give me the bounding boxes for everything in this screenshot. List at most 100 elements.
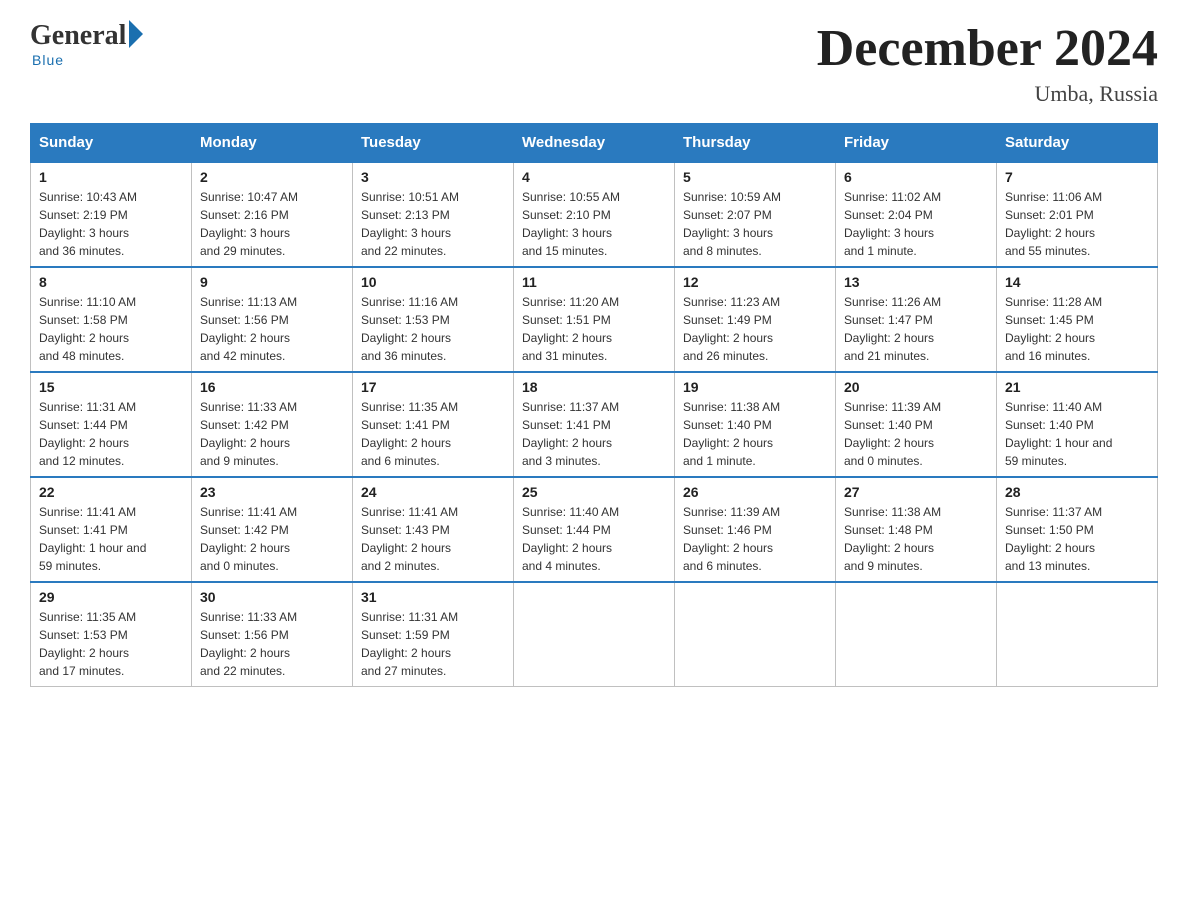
day-info: Sunrise: 11:40 AM Sunset: 1:40 PM Daylig…: [1005, 398, 1149, 470]
calendar-cell: 28 Sunrise: 11:37 AM Sunset: 1:50 PM Dayl…: [997, 477, 1158, 582]
page-header: General Blue December 2024 Umba, Russia: [30, 20, 1158, 107]
day-info: Sunrise: 11:37 AM Sunset: 1:41 PM Daylig…: [522, 398, 666, 470]
day-number: 7: [1005, 169, 1149, 185]
day-info: Sunrise: 11:10 AM Sunset: 1:58 PM Daylig…: [39, 293, 183, 365]
calendar-cell: 11 Sunrise: 11:20 AM Sunset: 1:51 PM Dayl…: [514, 267, 675, 372]
day-number: 10: [361, 274, 505, 290]
day-number: 19: [683, 379, 827, 395]
day-info: Sunrise: 10:47 AM Sunset: 2:16 PM Daylig…: [200, 188, 344, 260]
calendar-cell: 30 Sunrise: 11:33 AM Sunset: 1:56 PM Dayl…: [192, 582, 353, 687]
day-info: Sunrise: 11:41 AM Sunset: 1:41 PM Daylig…: [39, 503, 183, 575]
day-info: Sunrise: 11:20 AM Sunset: 1:51 PM Daylig…: [522, 293, 666, 365]
weekday-header: Tuesday: [353, 124, 514, 163]
day-info: Sunrise: 11:02 AM Sunset: 2:04 PM Daylig…: [844, 188, 988, 260]
day-number: 29: [39, 589, 183, 605]
day-number: 28: [1005, 484, 1149, 500]
day-info: Sunrise: 11:13 AM Sunset: 1:56 PM Daylig…: [200, 293, 344, 365]
day-info: Sunrise: 11:31 AM Sunset: 1:44 PM Daylig…: [39, 398, 183, 470]
day-number: 30: [200, 589, 344, 605]
day-number: 3: [361, 169, 505, 185]
weekday-header: Saturday: [997, 124, 1158, 163]
calendar-cell: 20 Sunrise: 11:39 AM Sunset: 1:40 PM Dayl…: [836, 372, 997, 477]
calendar-cell: 7 Sunrise: 11:06 AM Sunset: 2:01 PM Dayli…: [997, 162, 1158, 267]
calendar-cell: 4 Sunrise: 10:55 AM Sunset: 2:10 PM Dayli…: [514, 162, 675, 267]
title-block: December 2024 Umba, Russia: [817, 20, 1158, 107]
day-info: Sunrise: 11:16 AM Sunset: 1:53 PM Daylig…: [361, 293, 505, 365]
day-number: 18: [522, 379, 666, 395]
weekday-header: Sunday: [31, 124, 192, 163]
calendar-cell: 31 Sunrise: 11:31 AM Sunset: 1:59 PM Dayl…: [353, 582, 514, 687]
logo-arrow-icon: [129, 20, 143, 48]
day-number: 20: [844, 379, 988, 395]
weekday-header: Friday: [836, 124, 997, 163]
calendar-cell: 26 Sunrise: 11:39 AM Sunset: 1:46 PM Dayl…: [675, 477, 836, 582]
day-number: 11: [522, 274, 666, 290]
day-info: Sunrise: 11:37 AM Sunset: 1:50 PM Daylig…: [1005, 503, 1149, 575]
day-number: 14: [1005, 274, 1149, 290]
day-info: Sunrise: 10:51 AM Sunset: 2:13 PM Daylig…: [361, 188, 505, 260]
calendar-week-row: 15 Sunrise: 11:31 AM Sunset: 1:44 PM Dayl…: [31, 372, 1158, 477]
calendar-week-row: 22Sunrise: 11:41 AM Sunset: 1:41 PM Dayl…: [31, 477, 1158, 582]
day-info: Sunrise: 11:39 AM Sunset: 1:40 PM Daylig…: [844, 398, 988, 470]
calendar-cell: [675, 582, 836, 687]
day-number: 8: [39, 274, 183, 290]
calendar-cell: 2 Sunrise: 10:47 AM Sunset: 2:16 PM Dayli…: [192, 162, 353, 267]
calendar-cell: 15 Sunrise: 11:31 AM Sunset: 1:44 PM Dayl…: [31, 372, 192, 477]
day-info: Sunrise: 11:35 AM Sunset: 1:53 PM Daylig…: [39, 608, 183, 680]
day-info: Sunrise: 11:35 AM Sunset: 1:41 PM Daylig…: [361, 398, 505, 470]
calendar-cell: 10 Sunrise: 11:16 AM Sunset: 1:53 PM Dayl…: [353, 267, 514, 372]
calendar-cell: 13Sunrise: 11:26 AM Sunset: 1:47 PM Dayl…: [836, 267, 997, 372]
day-number: 26: [683, 484, 827, 500]
weekday-header: Wednesday: [514, 124, 675, 163]
day-number: 13: [844, 274, 988, 290]
day-number: 27: [844, 484, 988, 500]
day-info: Sunrise: 11:38 AM Sunset: 1:40 PM Daylig…: [683, 398, 827, 470]
day-info: Sunrise: 10:43 AM Sunset: 2:19 PM Daylig…: [39, 188, 183, 260]
calendar-cell: 27 Sunrise: 11:38 AM Sunset: 1:48 PM Dayl…: [836, 477, 997, 582]
day-number: 25: [522, 484, 666, 500]
calendar-cell: 1 Sunrise: 10:43 AM Sunset: 2:19 PM Dayli…: [31, 162, 192, 267]
day-info: Sunrise: 11:31 AM Sunset: 1:59 PM Daylig…: [361, 608, 505, 680]
day-number: 1: [39, 169, 183, 185]
day-number: 23: [200, 484, 344, 500]
calendar-cell: 12 Sunrise: 11:23 AM Sunset: 1:49 PM Dayl…: [675, 267, 836, 372]
logo-blue-text: Blue: [32, 52, 64, 68]
day-info: Sunrise: 10:55 AM Sunset: 2:10 PM Daylig…: [522, 188, 666, 260]
weekday-header: Thursday: [675, 124, 836, 163]
day-number: 5: [683, 169, 827, 185]
day-number: 16: [200, 379, 344, 395]
calendar-cell: [997, 582, 1158, 687]
calendar-cell: 29 Sunrise: 11:35 AM Sunset: 1:53 PM Dayl…: [31, 582, 192, 687]
day-info: Sunrise: 11:23 AM Sunset: 1:49 PM Daylig…: [683, 293, 827, 365]
day-number: 31: [361, 589, 505, 605]
calendar-cell: 9Sunrise: 11:13 AM Sunset: 1:56 PM Dayli…: [192, 267, 353, 372]
weekday-header: Monday: [192, 124, 353, 163]
calendar-cell: 5 Sunrise: 10:59 AM Sunset: 2:07 PM Dayli…: [675, 162, 836, 267]
day-info: Sunrise: 11:41 AM Sunset: 1:43 PM Daylig…: [361, 503, 505, 575]
day-number: 17: [361, 379, 505, 395]
day-info: Sunrise: 11:06 AM Sunset: 2:01 PM Daylig…: [1005, 188, 1149, 260]
calendar-cell: 18 Sunrise: 11:37 AM Sunset: 1:41 PM Dayl…: [514, 372, 675, 477]
day-number: 12: [683, 274, 827, 290]
day-info: Sunrise: 11:38 AM Sunset: 1:48 PM Daylig…: [844, 503, 988, 575]
calendar-cell: [836, 582, 997, 687]
day-info: Sunrise: 11:28 AM Sunset: 1:45 PM Daylig…: [1005, 293, 1149, 365]
day-number: 2: [200, 169, 344, 185]
calendar-cell: 3 Sunrise: 10:51 AM Sunset: 2:13 PM Dayli…: [353, 162, 514, 267]
day-info: Sunrise: 10:59 AM Sunset: 2:07 PM Daylig…: [683, 188, 827, 260]
day-info: Sunrise: 11:33 AM Sunset: 1:56 PM Daylig…: [200, 608, 344, 680]
day-number: 4: [522, 169, 666, 185]
calendar-cell: [514, 582, 675, 687]
calendar-cell: 14 Sunrise: 11:28 AM Sunset: 1:45 PM Dayl…: [997, 267, 1158, 372]
calendar-cell: 23Sunrise: 11:41 AM Sunset: 1:42 PM Dayl…: [192, 477, 353, 582]
logo: General Blue: [30, 20, 143, 68]
calendar-subtitle: Umba, Russia: [817, 81, 1158, 107]
day-number: 15: [39, 379, 183, 395]
day-number: 6: [844, 169, 988, 185]
calendar-cell: 21 Sunrise: 11:40 AM Sunset: 1:40 PM Dayl…: [997, 372, 1158, 477]
day-info: Sunrise: 11:39 AM Sunset: 1:46 PM Daylig…: [683, 503, 827, 575]
calendar-table: SundayMondayTuesdayWednesdayThursdayFrid…: [30, 123, 1158, 687]
day-number: 21: [1005, 379, 1149, 395]
logo-general-text: General: [30, 20, 126, 52]
calendar-week-row: 8 Sunrise: 11:10 AM Sunset: 1:58 PM Dayli…: [31, 267, 1158, 372]
